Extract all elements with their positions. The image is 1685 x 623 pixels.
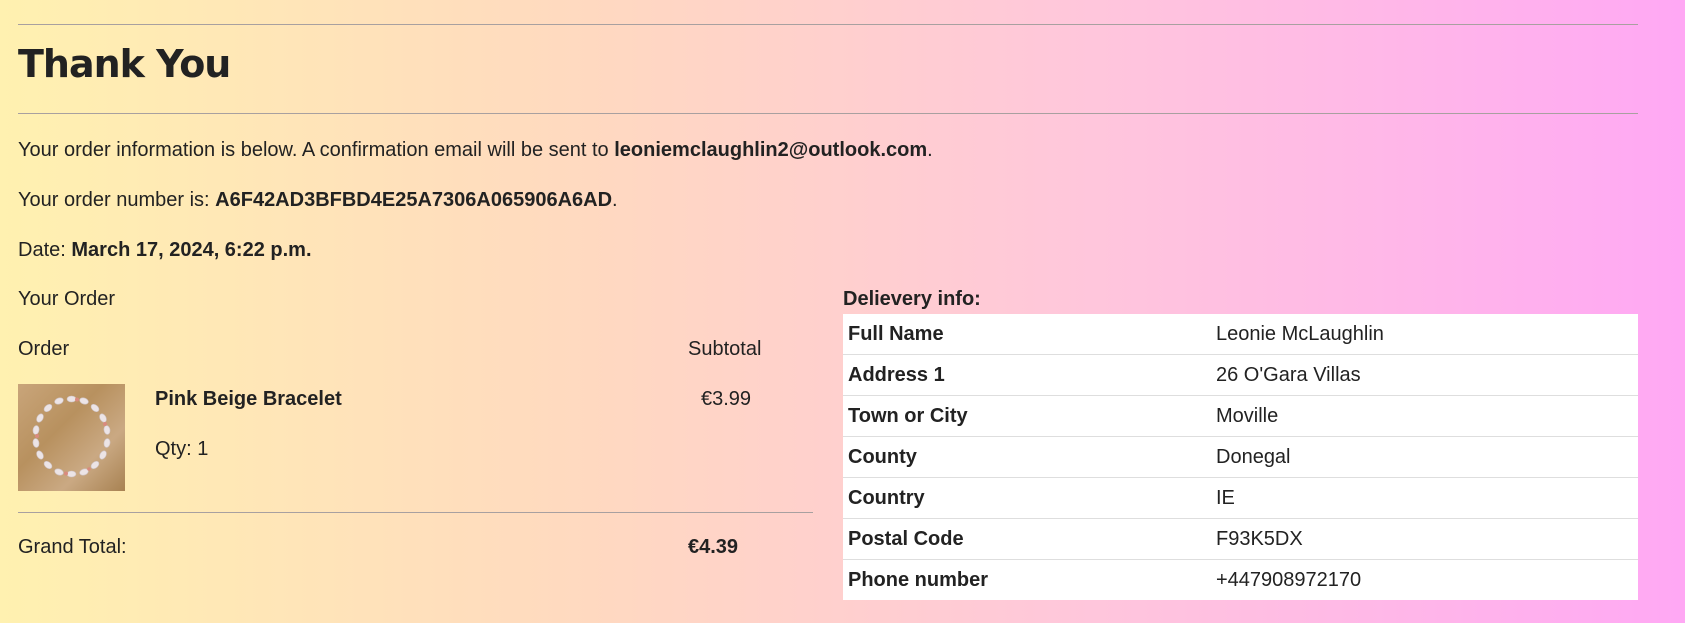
delivery-info-heading: Delievery info: [843,288,981,310]
subtotal-column-header: Subtotal [688,338,762,360]
page-title: Thank You [18,42,231,86]
country-value: IE [1211,477,1638,519]
delivery-info-table: Full Name Leonie McLaughlin Address 1 26… [843,314,1638,600]
confirmation-intro-text: Your order information is below. A confi… [18,139,609,161]
address-1-value: 26 O'Gara Villas [1211,354,1638,396]
full-name-label: Full Name [843,314,1211,355]
table-row: Phone number +447908972170 [843,560,1638,601]
table-row: Address 1 26 O'Gara Villas [843,354,1638,396]
order-number-suffix: . [612,189,618,211]
order-number-line: Your order number is: A6F42AD3BFBD4E25A7… [18,188,618,212]
table-row: County Donegal [843,436,1638,478]
postal-code-value: F93K5DX [1211,518,1638,560]
order-date-label: Date: [18,239,66,261]
table-row: Town or City Moville [843,395,1638,437]
phone-number-label: Phone number [848,568,989,591]
county-label: County [843,436,1211,478]
confirmation-message: Your order information is below. A confi… [18,138,933,162]
your-order-heading: Your Order [18,288,116,310]
town-or-city-label: Town or City [843,395,1211,437]
order-number-label: Your order number is: [18,189,210,211]
order-divider [18,512,813,513]
postal-code-label: Postal Code [843,518,1211,560]
phone-number-value: +447908972170 [1216,568,1362,591]
product-image [18,384,125,491]
product-subtotal: €3.99 [701,388,752,410]
confirmation-email: leoniemclaughlin2@outlook.com [614,139,928,161]
grand-total-label: Grand Total: [18,536,127,558]
top-divider [18,24,1638,25]
grand-total-value: €4.39 [688,536,739,558]
county-value: Donegal [1211,436,1638,478]
order-column-header: Order [18,338,70,360]
order-number-value: A6F42AD3BFBD4E25A7306A065906A6AD [215,189,613,211]
town-or-city-value: Moville [1211,395,1638,437]
title-divider [18,113,1638,114]
order-date-value: March 17, 2024, 6:22 p.m. [71,239,312,261]
product-quantity: Qty: 1 [155,438,209,460]
product-name: Pink Beige Bracelet [155,388,342,410]
table-row: Postal Code F93K5DX [843,518,1638,560]
table-row: Country IE [843,477,1638,519]
table-row: Full Name Leonie McLaughlin [843,314,1638,355]
order-date-line: Date: March 17, 2024, 6:22 p.m. [18,238,312,262]
country-label: Country [843,477,1211,519]
full-name-value: Leonie McLaughlin [1211,314,1638,355]
address-1-label: Address 1 [843,354,1211,396]
confirmation-email-suffix: . [927,139,933,161]
